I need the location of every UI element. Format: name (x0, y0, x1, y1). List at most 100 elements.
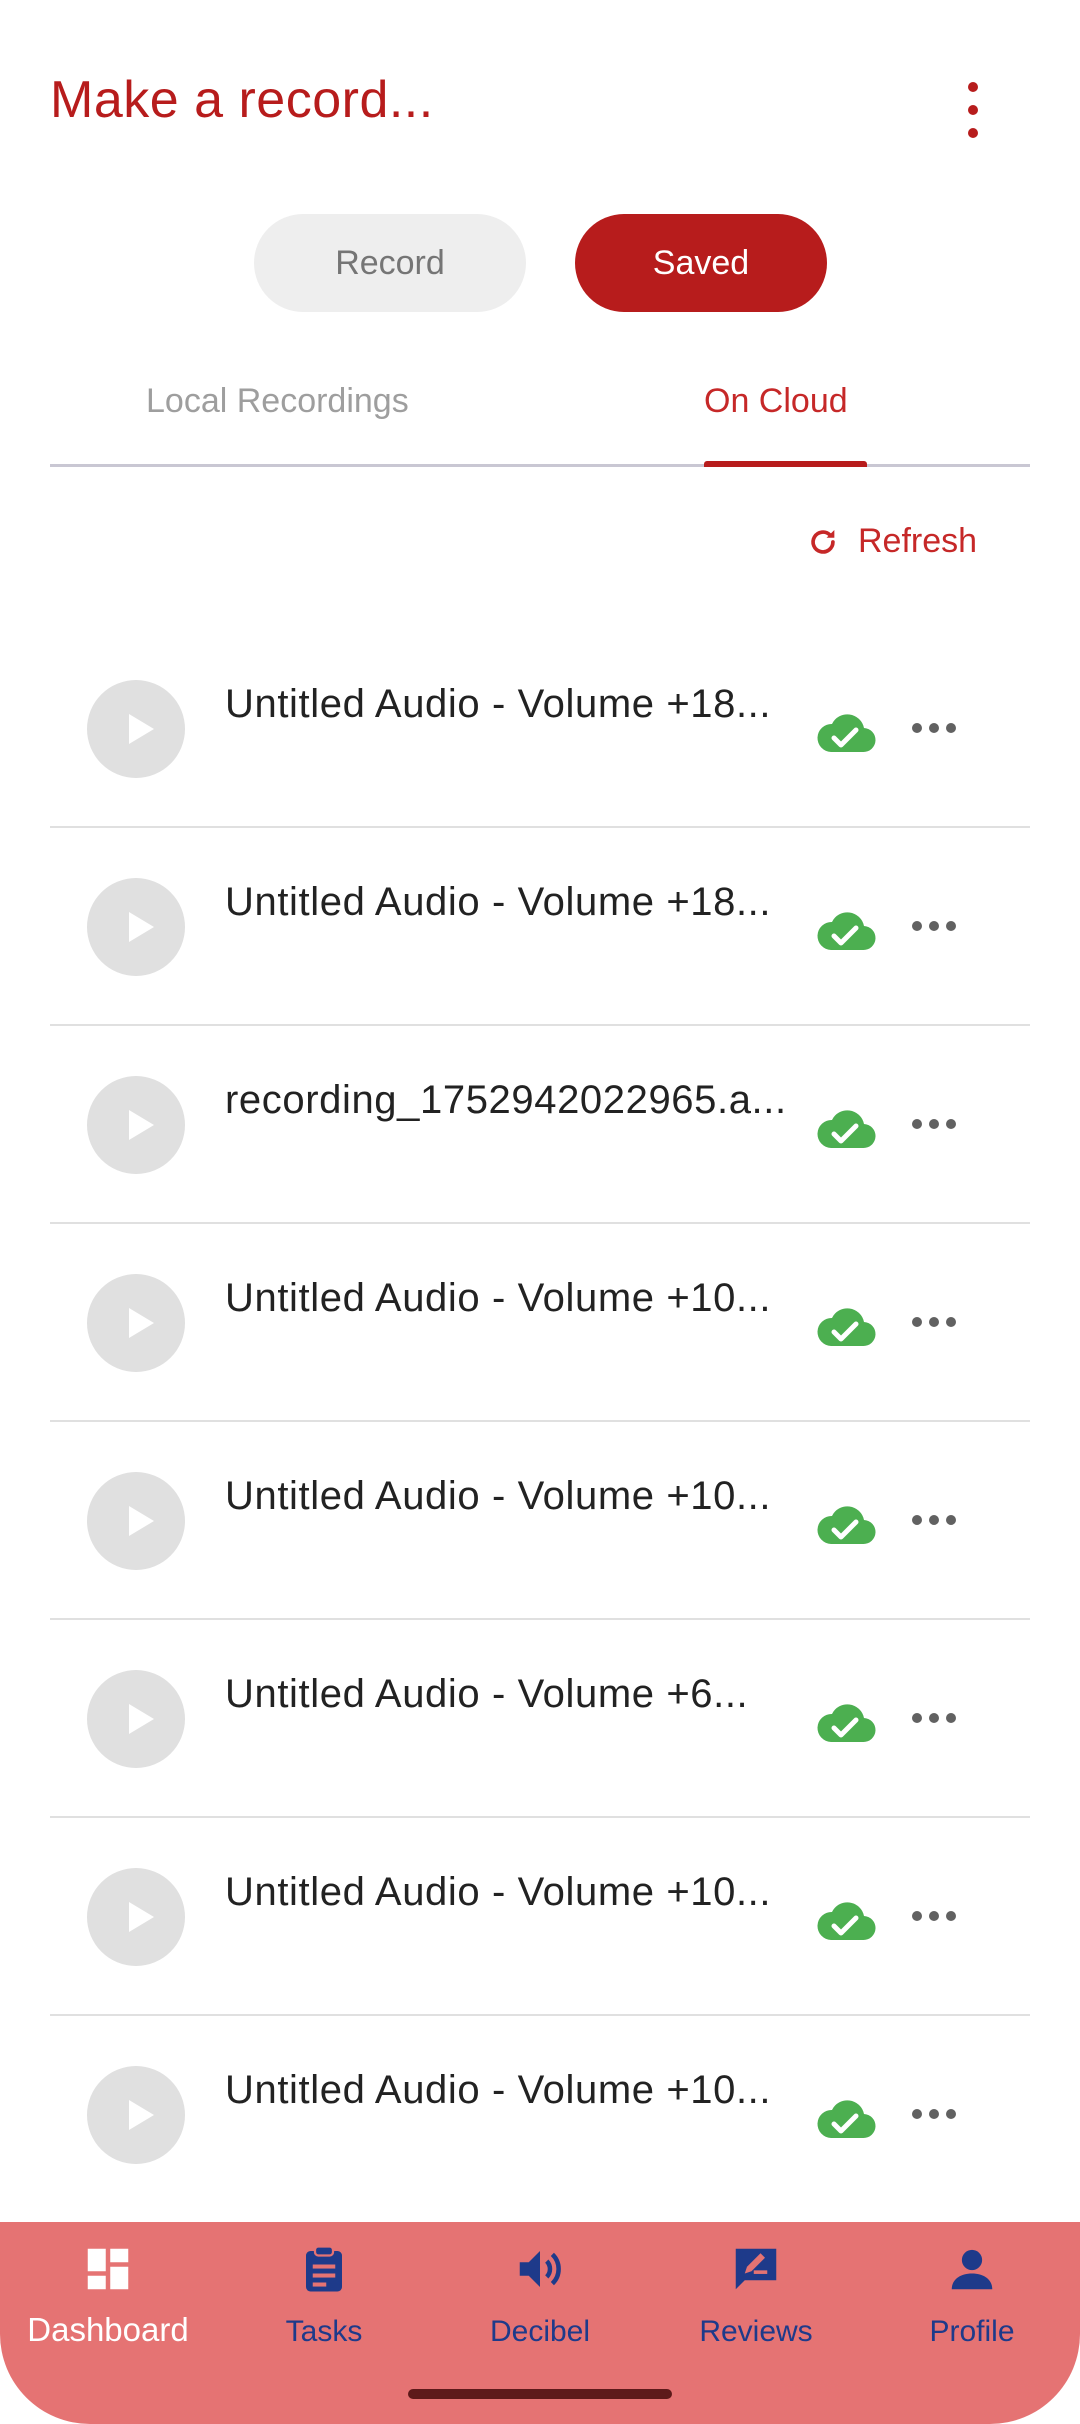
person-icon (945, 2242, 999, 2301)
menu-dot (968, 128, 978, 138)
menu-dot (968, 105, 978, 115)
play-button[interactable] (87, 1274, 185, 1372)
recording-row[interactable]: Untitled Audio - Volume +18... (50, 630, 1030, 828)
tab-local-recordings[interactable]: Local Recordings (146, 382, 409, 421)
saved-segment-button[interactable]: Saved (575, 214, 827, 312)
menu-dot (946, 723, 956, 733)
menu-dot (946, 2109, 956, 2119)
more-horiz-icon (912, 1317, 922, 1327)
play-icon (129, 1110, 154, 1140)
nav-label: Dashboard (27, 2311, 189, 2348)
menu-dot (946, 1911, 956, 1921)
recording-row[interactable]: Untitled Audio - Volume +10... (50, 1224, 1030, 1422)
record-segment-button[interactable]: Record (254, 214, 526, 312)
recording-row[interactable]: Untitled Audio - Volume +18... (50, 828, 1030, 1026)
play-icon (129, 714, 154, 744)
recordings-tabs: Local Recordings On Cloud (50, 360, 1030, 467)
refresh-button[interactable]: Refresh (806, 522, 977, 561)
menu-dot (946, 1713, 956, 1723)
cloud-check-icon (817, 1704, 876, 1743)
cloud-check-icon (817, 2100, 876, 2139)
play-icon (129, 2100, 154, 2130)
recording-row[interactable]: Untitled Audio - Volume +6... (50, 1620, 1030, 1818)
menu-dot (946, 921, 956, 931)
nav-item-dashboard[interactable]: Dashboard (0, 2242, 216, 2349)
recording-row[interactable]: Untitled Audio - Volume +10... (50, 1422, 1030, 1620)
home-indicator (408, 2389, 672, 2399)
recording-row[interactable]: Untitled Audio - Volume +10... (50, 2016, 1030, 2212)
more-horiz-icon (912, 723, 922, 733)
recording-title: Untitled Audio - Volume +10... (225, 1474, 772, 1518)
active-tab-indicator (704, 461, 867, 467)
nav-label: Decibel (489, 2315, 591, 2348)
nav-label: Reviews (699, 2315, 813, 2348)
more-options-button[interactable] (912, 1112, 956, 1136)
menu-dot (929, 1119, 939, 1129)
play-icon (129, 1308, 154, 1338)
more-options-button[interactable] (912, 914, 956, 938)
recording-title: Untitled Audio - Volume +10... (225, 2068, 772, 2112)
more-horiz-icon (912, 1713, 922, 1723)
recording-row[interactable]: Untitled Audio - Volume +10... (50, 1818, 1030, 2016)
play-button[interactable] (87, 878, 185, 976)
more-options-button[interactable] (912, 1508, 956, 1532)
more-horiz-icon (912, 1911, 922, 1921)
page-title: Make a record... (50, 71, 434, 129)
play-button[interactable] (87, 680, 185, 778)
play-icon (129, 1704, 154, 1734)
menu-dot (929, 1317, 939, 1327)
cloud-check-icon (817, 1110, 876, 1149)
refresh-icon (811, 529, 835, 554)
more-options-button[interactable] (912, 1310, 956, 1334)
cloud-check-icon (817, 1308, 876, 1347)
menu-dot (946, 1317, 956, 1327)
menu-dot (929, 1515, 939, 1525)
play-icon (129, 912, 154, 942)
nav-item-profile[interactable]: Profile (864, 2242, 1080, 2349)
cloud-check-icon (817, 714, 876, 753)
more-horiz-icon (912, 1119, 922, 1129)
more-options-button[interactable] (912, 1706, 956, 1730)
recording-title: Untitled Audio - Volume +10... (225, 1276, 772, 1320)
menu-dot (929, 921, 939, 931)
recording-title: Untitled Audio - Volume +18... (225, 880, 772, 924)
rate-review-icon (729, 2242, 783, 2301)
play-button[interactable] (87, 1472, 185, 1570)
play-button[interactable] (87, 1076, 185, 1174)
recording-title: recording_1752942022965.a... (225, 1078, 787, 1122)
nav-item-reviews[interactable]: Reviews (648, 2242, 864, 2349)
menu-dot (929, 1713, 939, 1723)
recording-title: Untitled Audio - Volume +6... (225, 1672, 749, 1716)
speaker-icon (513, 2242, 567, 2301)
recordings-list: Untitled Audio - Volume +18... Untitled A… (50, 630, 1030, 2212)
refresh-label: Refresh (858, 522, 978, 560)
vertical-dots-icon (968, 82, 978, 92)
overflow-menu-button[interactable] (952, 82, 994, 138)
more-options-button[interactable] (912, 2102, 956, 2126)
play-button[interactable] (87, 1868, 185, 1966)
more-horiz-icon (912, 921, 922, 931)
tab-on-cloud[interactable]: On Cloud (704, 382, 848, 421)
menu-dot (929, 723, 939, 733)
play-icon (129, 1506, 154, 1536)
nav-item-decibel[interactable]: Decibel (432, 2242, 648, 2349)
clipboard-icon (297, 2242, 351, 2301)
more-horiz-icon (912, 1515, 922, 1525)
play-icon (129, 1902, 154, 1932)
menu-dot (946, 1515, 956, 1525)
menu-dot (929, 1911, 939, 1921)
more-options-button[interactable] (912, 716, 956, 740)
recording-title: Untitled Audio - Volume +18... (225, 682, 772, 726)
play-button[interactable] (87, 2066, 185, 2164)
recording-title: Untitled Audio - Volume +10... (225, 1870, 772, 1914)
nav-item-tasks[interactable]: Tasks (216, 2242, 432, 2349)
dashboard-icon (81, 2242, 135, 2301)
nav-label: Tasks (285, 2315, 363, 2348)
menu-dot (929, 2109, 939, 2119)
play-button[interactable] (87, 1670, 185, 1768)
cloud-check-icon (817, 1902, 876, 1941)
more-options-button[interactable] (912, 1904, 956, 1928)
nav-label: Profile (929, 2315, 1015, 2348)
cloud-check-icon (817, 1506, 876, 1545)
recording-row[interactable]: recording_1752942022965.a... (50, 1026, 1030, 1224)
